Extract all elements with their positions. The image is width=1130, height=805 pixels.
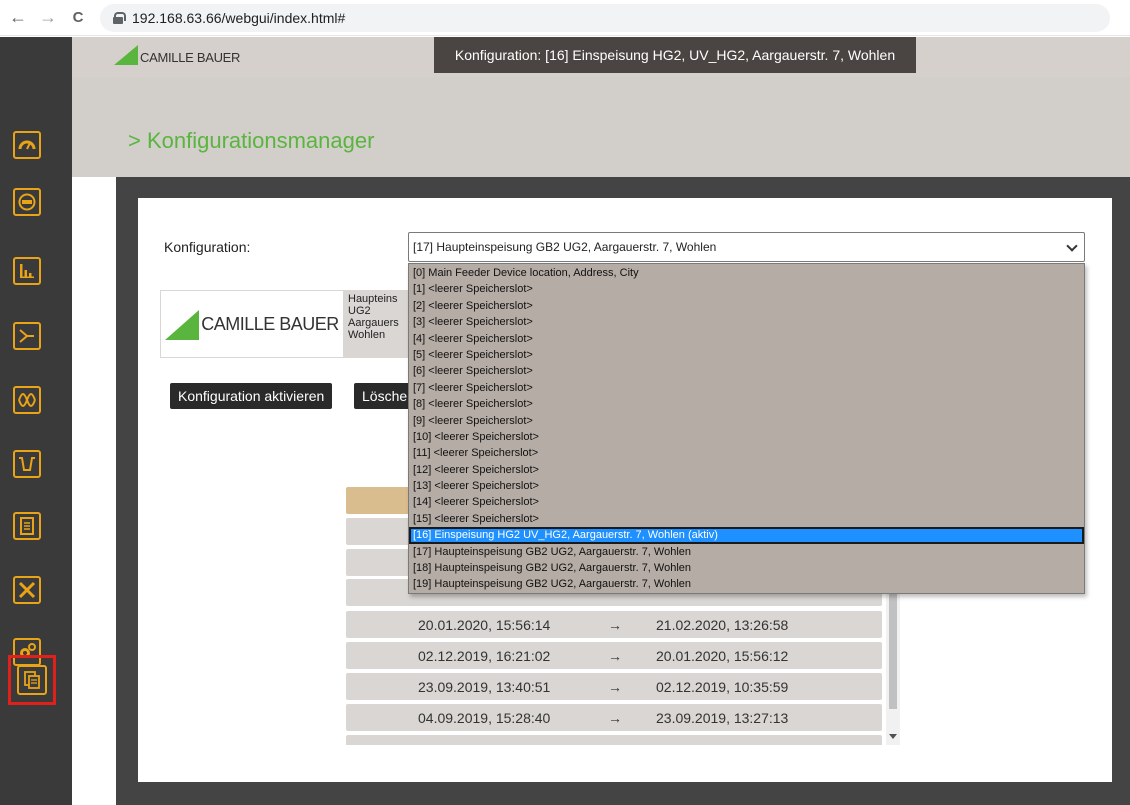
browser-toolbar: ← → C 192.168.63.66/webgui/index.html#: [0, 0, 1130, 36]
dropdown-option[interactable]: [17] Haupteinspeisung GB2 UG2, Aargauers…: [409, 544, 1084, 560]
chevron-down-icon: [1066, 240, 1078, 252]
config-select[interactable]: [17] Haupteinspeisung GB2 UG2, Aargauers…: [408, 232, 1085, 262]
dropdown-option[interactable]: [15] <leerer Speicherslot>: [409, 511, 1084, 527]
brand-logo: CAMILLE BAUER: [114, 45, 240, 65]
table-row: 23.09.2019, 13:40:51 → 02.12.2019, 10:35…: [346, 673, 882, 700]
back-button[interactable]: ←: [6, 6, 30, 30]
reload-button[interactable]: C: [66, 6, 90, 30]
dropdown-option-highlighted[interactable]: [16] Einspeisung HG2 UV_HG2, Aargauerstr…: [409, 527, 1084, 544]
active-item-highlight: [8, 655, 56, 705]
list-icon[interactable]: [13, 512, 41, 540]
activate-config-button[interactable]: Konfiguration aktivieren: [170, 383, 333, 409]
gauge-icon[interactable]: [13, 131, 41, 159]
logo-triangle-icon: [165, 310, 200, 340]
forward-button[interactable]: →: [36, 6, 60, 30]
config-select-value: [17] Haupteinspeisung GB2 UG2, Aargauers…: [413, 240, 717, 254]
url-text: 192.168.63.66/webgui/index.html#: [132, 9, 346, 26]
dropdown-option[interactable]: [10] <leerer Speicherslot>: [409, 429, 1084, 445]
dropdown-option[interactable]: [13] <leerer Speicherslot>: [409, 478, 1084, 494]
dropdown-option[interactable]: [12] <leerer Speicherslot>: [409, 462, 1084, 478]
tools-icon[interactable]: [13, 576, 41, 604]
dropdown-option[interactable]: [0] Main Feeder Device location, Address…: [409, 265, 1084, 281]
meter-icon[interactable]: [13, 188, 41, 216]
table-row: [346, 735, 882, 745]
address-bar[interactable]: 192.168.63.66/webgui/index.html#: [100, 3, 1110, 32]
dropdown-option[interactable]: [7] <leerer Speicherslot>: [409, 380, 1084, 396]
dropdown-option[interactable]: [9] <leerer Speicherslot>: [409, 413, 1084, 429]
vector-diagram-icon[interactable]: [13, 322, 41, 350]
dropdown-option[interactable]: [4] <leerer Speicherslot>: [409, 331, 1084, 347]
config-label: Konfiguration:: [164, 239, 251, 255]
table-row: 02.12.2019, 16:21:02 → 20.01.2020, 15:56…: [346, 642, 882, 669]
page-title: > Konfigurationsmanager: [128, 128, 375, 153]
dropdown-option[interactable]: [8] <leerer Speicherslot>: [409, 396, 1084, 412]
dropdown-option[interactable]: [18] Haupteinspeisung GB2 UG2, Aargauers…: [409, 560, 1084, 576]
pulse-icon[interactable]: [13, 450, 41, 478]
dropdown-option[interactable]: [5] <leerer Speicherslot>: [409, 347, 1084, 363]
bar-chart-icon[interactable]: [13, 257, 41, 285]
info-brand-logo: CAMILLE BAUER: [160, 290, 344, 358]
page-title-band: [72, 77, 1130, 177]
config-dropdown-list[interactable]: [0] Main Feeder Device location, Address…: [408, 263, 1085, 594]
dropdown-option[interactable]: [11] <leerer Speicherslot>: [409, 445, 1084, 461]
dropdown-option[interactable]: [1] <leerer Speicherslot>: [409, 281, 1084, 297]
dropdown-option[interactable]: [3] <leerer Speicherslot>: [409, 314, 1084, 330]
scroll-down-icon[interactable]: [889, 734, 897, 739]
delete-button[interactable]: Lösche: [354, 383, 410, 409]
table-row: 20.01.2020, 15:56:14 → 21.02.2020, 13:26…: [346, 611, 882, 638]
arrow-right-icon: →: [608, 679, 622, 695]
dropdown-option[interactable]: [19] Haupteinspeisung GB2 UG2, Aargauers…: [409, 576, 1084, 592]
app-header: CAMILLE BAUER Konfiguration: [16] Einspe…: [72, 37, 1130, 77]
dropdown-option[interactable]: [2] <leerer Speicherslot>: [409, 298, 1084, 314]
active-config-title: Konfiguration: [16] Einspeisung HG2, UV_…: [434, 37, 916, 73]
dropdown-option[interactable]: [6] <leerer Speicherslot>: [409, 363, 1084, 379]
logo-triangle-icon: [114, 45, 138, 65]
arrow-right-icon: →: [608, 710, 622, 726]
config-info-text: Haupteins UG2 Aargauers Wohlen: [348, 293, 399, 341]
dropdown-option[interactable]: [14] <leerer Speicherslot>: [409, 494, 1084, 510]
lock-icon: [112, 11, 126, 24]
waveform-icon[interactable]: [13, 386, 41, 414]
table-row: 04.09.2019, 15:28:40 → 23.09.2019, 13:27…: [346, 704, 882, 731]
arrow-right-icon: →: [608, 617, 622, 633]
arrow-right-icon: →: [608, 648, 622, 664]
